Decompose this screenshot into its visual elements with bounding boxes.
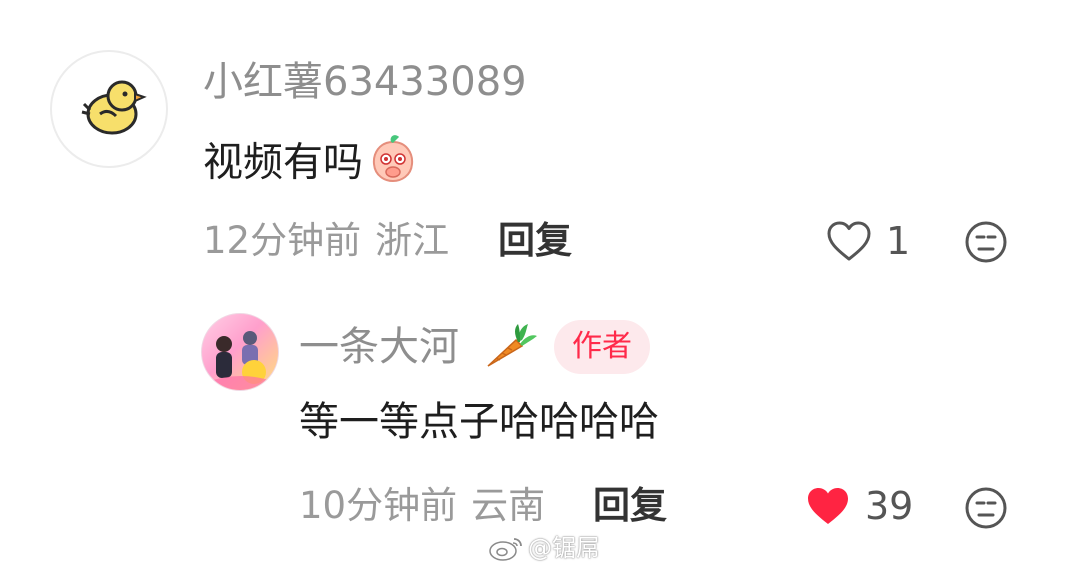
author-avatar[interactable] (201, 313, 279, 391)
user-avatar[interactable] (50, 50, 168, 168)
carrot-icon (482, 322, 538, 374)
dislike-button[interactable] (964, 486, 1008, 530)
reply-button[interactable]: 回复 (593, 483, 667, 529)
watermark-text: @锯屌 (528, 534, 600, 562)
comment-text: 等一等点子哈哈哈哈 (299, 399, 659, 445)
comment-thread: 小红薯63433089 视频有吗 12分钟前 浙江 回复 1 一条大河 作者 等… (0, 0, 1080, 576)
comment-location: 云南 (471, 484, 546, 527)
reply-button[interactable]: 回复 (498, 218, 572, 264)
person-avatar-icon (202, 331, 278, 390)
watermark: @锯屌 (488, 530, 600, 566)
weibo-logo-icon (489, 538, 522, 561)
author-badge: 作者 (554, 320, 650, 374)
like-button[interactable]: 1 (826, 218, 910, 264)
comment-time: 12分钟前 (203, 219, 362, 262)
like-count: 39 (865, 484, 914, 528)
neutral-face-icon (965, 487, 1007, 529)
peach-shy-emoji-icon (367, 132, 419, 197)
comment-username[interactable]: 小红薯63433089 (203, 58, 527, 106)
comment-meta: 12分钟前 浙江 (203, 218, 449, 264)
chick-avatar-icon (81, 80, 147, 135)
heart-filled-icon (808, 488, 848, 524)
comment-username[interactable]: 一条大河 (299, 323, 459, 371)
dislike-button[interactable] (964, 220, 1008, 264)
comment-body: 视频有吗 (203, 139, 363, 186)
like-count: 1 (886, 219, 911, 263)
comment-meta: 10分钟前 云南 (299, 483, 545, 529)
comment-location: 浙江 (375, 219, 450, 262)
comment-text: 视频有吗 (203, 132, 419, 197)
heart-outline-icon (827, 221, 871, 261)
neutral-face-icon (965, 221, 1007, 263)
like-button[interactable]: 39 (805, 483, 913, 529)
comment-time: 10分钟前 (299, 484, 458, 527)
